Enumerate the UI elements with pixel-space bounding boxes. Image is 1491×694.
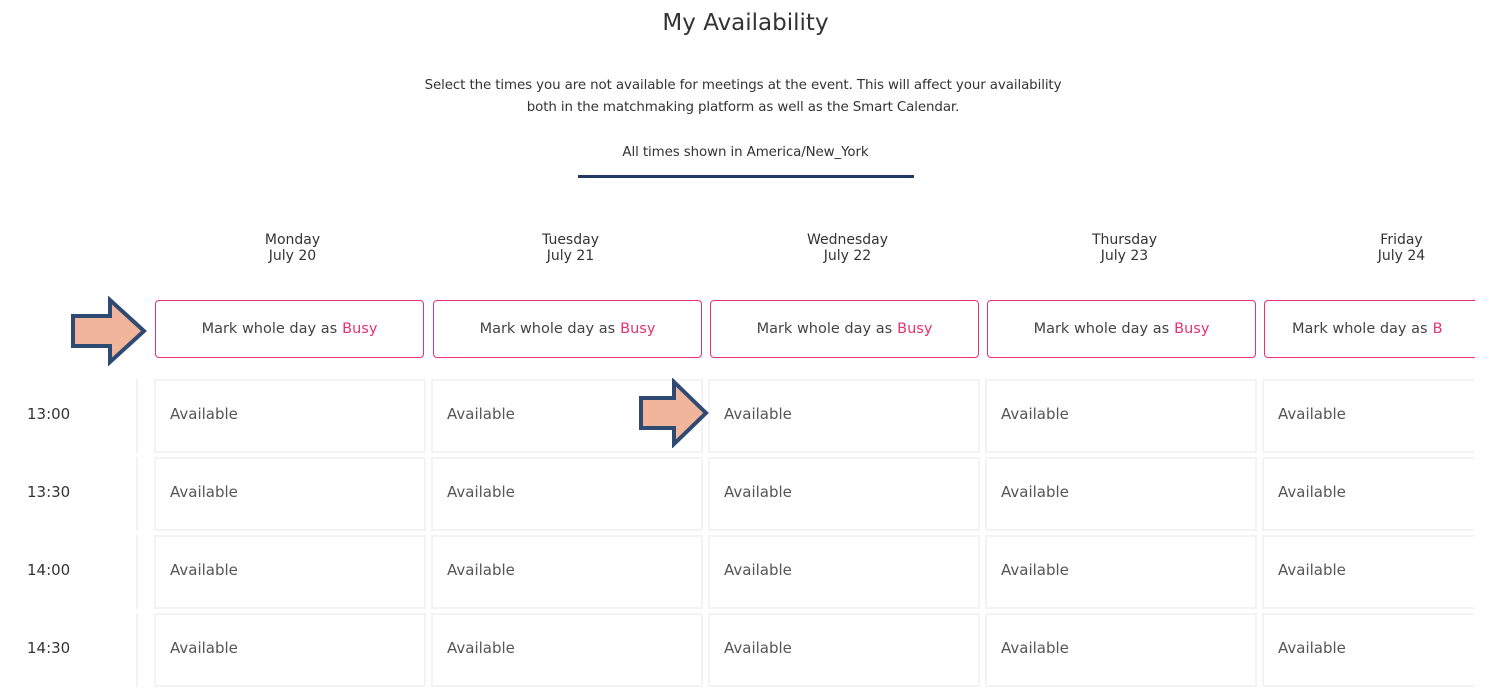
slot-cell[interactable]: Available [431,457,703,531]
timezone-underline [578,175,914,178]
busy-word: Busy [897,321,933,337]
mark-busy-label: Mark whole day as [1292,321,1428,337]
description-line-2: both in the matchmaking platform as well… [526,100,960,115]
day-header-tuesday: Tuesday July 21 [432,232,709,264]
day-date: July 20 [268,248,317,264]
slot-cell[interactable]: Available [154,457,426,531]
day-weekday: Thursday [1091,232,1158,248]
slot-cell[interactable]: Available [154,613,426,687]
slot-cell[interactable]: Available [985,535,1257,609]
description: Select the times you are not available f… [320,75,1166,119]
day-header-friday: Friday July 24 [1263,232,1491,264]
day-weekday: Wednesday [806,232,889,248]
day-date: July 23 [1100,248,1149,264]
slot-cell[interactable]: Available [708,535,980,609]
slot-cell[interactable]: Available [154,535,426,609]
slot-cell[interactable]: Available [1262,457,1474,531]
mark-busy-label: Mark whole day as [201,321,338,337]
time-label: 13:30 [14,457,136,531]
slot-cell[interactable]: Available [985,379,1257,453]
day-header-thursday: Thursday July 23 [986,232,1263,264]
mark-busy-label: Mark whole day as [756,321,893,337]
mark-day-busy-button-monday[interactable]: Mark whole day as Busy [155,300,424,358]
mark-busy-label: Mark whole day as [479,321,616,337]
mark-day-busy-button-wednesday[interactable]: Mark whole day as Busy [710,300,979,358]
mark-busy-label: Mark whole day as [1033,321,1170,337]
mark-day-busy-button-friday[interactable]: Mark whole day as B [1264,300,1475,358]
right-arrow-icon [71,296,147,366]
busy-word: Busy [1174,321,1210,337]
right-arrow-icon [639,378,709,448]
slot-cell[interactable]: Available [708,379,980,453]
slot-cell[interactable]: Available [985,457,1257,531]
slot-cell[interactable]: Available [985,613,1257,687]
description-line-1: Select the times you are not available f… [424,78,1062,93]
day-header-monday: Monday July 20 [154,232,431,264]
time-label: 14:00 [14,535,136,609]
day-weekday: Monday [264,232,321,248]
time-label: 14:30 [14,613,136,687]
day-date: July 22 [823,248,872,264]
page-title: My Availability [662,10,829,36]
slot-cell[interactable]: Available [154,379,426,453]
slot-cell[interactable]: Available [1262,535,1474,609]
slot-cell[interactable]: Available [708,613,980,687]
mark-day-busy-button-thursday[interactable]: Mark whole day as Busy [987,300,1256,358]
busy-word: Busy [342,321,378,337]
day-date: July 24 [1377,248,1426,264]
slot-cell[interactable]: Available [431,613,703,687]
slot-cell[interactable]: Available [1262,379,1474,453]
timezone-note: All times shown in America/New_York [622,145,869,160]
mark-day-busy-button-tuesday[interactable]: Mark whole day as Busy [433,300,702,358]
slot-cell[interactable]: Available [431,535,703,609]
slot-cell[interactable]: Available [1262,613,1474,687]
day-date: July 21 [546,248,595,264]
busy-word: Busy [620,321,656,337]
day-header-wednesday: Wednesday July 22 [709,232,986,264]
busy-word: B [1432,321,1443,337]
day-weekday: Tuesday [542,232,599,248]
slot-cell[interactable]: Available [708,457,980,531]
day-weekday: Friday [1380,232,1423,248]
time-label: 13:00 [14,379,136,453]
